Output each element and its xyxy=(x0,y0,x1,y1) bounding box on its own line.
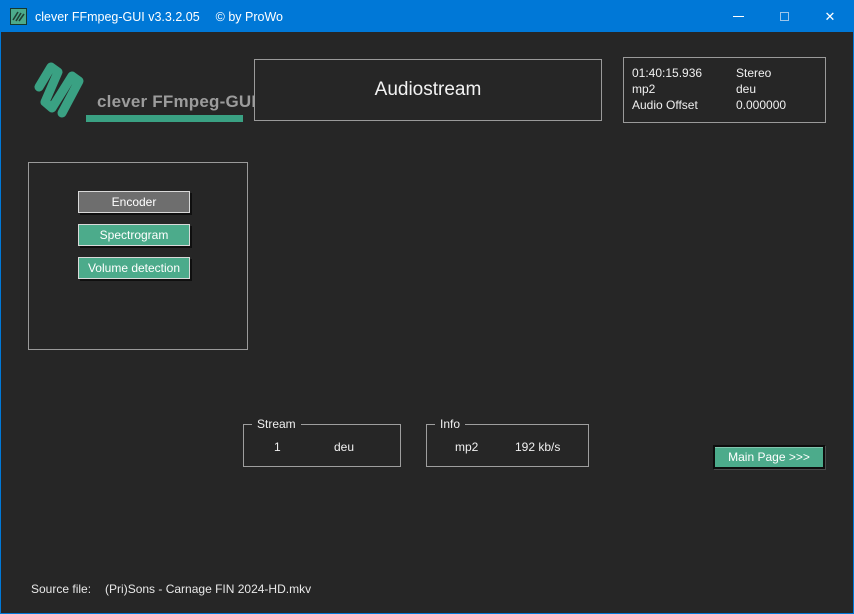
stream-language: deu xyxy=(334,440,355,454)
source-file-name: (Pri)Sons - Carnage FIN 2024-HD.mkv xyxy=(105,582,312,596)
ffmpeg-logo-icon xyxy=(34,62,84,118)
audio-info-language: deu xyxy=(736,82,757,96)
close-icon: ✕ xyxy=(824,9,836,24)
window-title: clever FFmpeg-GUI v3.3.2.05 xyxy=(35,9,200,24)
audio-info-channels: Stereo xyxy=(736,66,772,80)
audio-info-codec: mp2 xyxy=(632,82,656,96)
page-title: Audiostream xyxy=(374,79,482,100)
audio-info-row: 01:40:15.936 Stereo xyxy=(632,65,825,81)
audio-info-row: Audio Offset 0.000000 xyxy=(632,97,825,113)
window-copyright: © by ProWo xyxy=(215,9,283,24)
logo-underline-bar xyxy=(86,115,243,122)
audio-info-panel: 01:40:15.936 Stereo mp2 deu Audio Offset… xyxy=(623,57,826,123)
minimize-icon xyxy=(732,16,744,17)
volume-detection-button[interactable]: Volume detection xyxy=(78,257,190,279)
titlebar: clever FFmpeg-GUI v3.3.2.05 © by ProWo ✕ xyxy=(1,1,853,32)
caption-buttons: ✕ xyxy=(715,1,853,32)
close-button[interactable]: ✕ xyxy=(807,1,853,32)
tool-panel: Encoder Spectrogram Volume detection xyxy=(28,162,248,350)
app-logo-icon xyxy=(10,8,27,25)
stream-groupbox-legend: Stream xyxy=(252,417,301,431)
page-title-box: Audiostream xyxy=(254,59,602,121)
info-bitrate: 192 kb/s xyxy=(515,440,561,454)
audio-info-timestamp: 01:40:15.936 xyxy=(632,66,703,80)
source-file-row: Source file: (Pri)Sons - Carnage FIN 202… xyxy=(31,582,311,596)
logo-text: clever FFmpeg-GUI xyxy=(97,92,257,111)
stream-groupbox: Stream 1 deu xyxy=(243,417,401,467)
audio-offset-label: Audio Offset xyxy=(632,98,698,112)
encoder-button[interactable]: Encoder xyxy=(78,191,190,213)
info-groupbox: Info mp2 192 kb/s xyxy=(426,417,589,467)
main-page-button[interactable]: Main Page >>> xyxy=(713,445,825,469)
audio-info-row: mp2 deu xyxy=(632,81,825,97)
info-codec: mp2 xyxy=(455,440,479,454)
source-file-label: Source file: xyxy=(31,582,92,596)
app-window: clever FFmpeg-GUI v3.3.2.05 © by ProWo ✕… xyxy=(0,0,854,614)
minimize-button[interactable] xyxy=(715,1,761,32)
spectrogram-button[interactable]: Spectrogram xyxy=(78,224,190,246)
maximize-icon xyxy=(779,12,789,21)
info-groupbox-legend: Info xyxy=(435,417,466,431)
stream-number: 1 xyxy=(274,440,281,454)
audio-offset-value: 0.000000 xyxy=(736,98,787,112)
maximize-button[interactable] xyxy=(761,1,807,32)
